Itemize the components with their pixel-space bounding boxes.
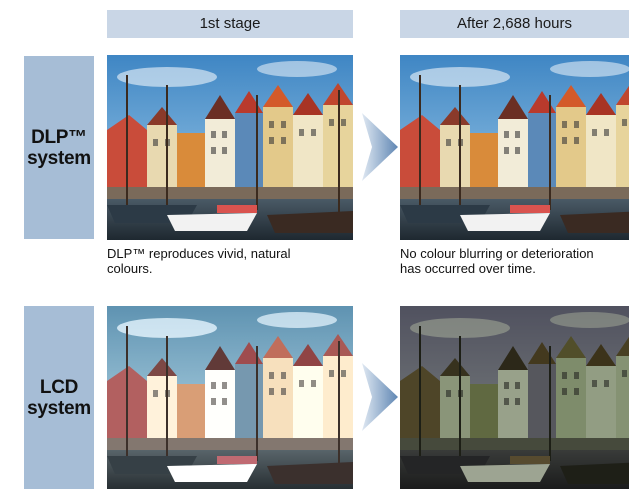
column-header-first-stage: 1st stage bbox=[107, 10, 353, 38]
photo-lcd-after-hours bbox=[400, 306, 629, 489]
chevron-right-arrow-icon bbox=[362, 113, 398, 181]
chevron-right-arrow-icon bbox=[362, 363, 398, 431]
photo-lcd-first-stage bbox=[107, 306, 353, 489]
caption-dlp-after-hours: No colour blurring or deterioration has … bbox=[400, 246, 594, 276]
row-label-lcd: LCD system bbox=[24, 306, 94, 489]
photo-dlp-first-stage bbox=[107, 55, 353, 240]
row-label-dlp-text: DLP™ system bbox=[27, 126, 91, 169]
caption-dlp-first-stage: DLP™ reproduces vivid, natural colours. bbox=[107, 246, 291, 276]
column-header-after-hours: After 2,688 hours bbox=[400, 10, 629, 38]
row-label-dlp: DLP™ system bbox=[24, 56, 94, 239]
row-label-lcd-text: LCD system bbox=[27, 376, 91, 419]
photo-dlp-after-hours bbox=[400, 55, 629, 240]
